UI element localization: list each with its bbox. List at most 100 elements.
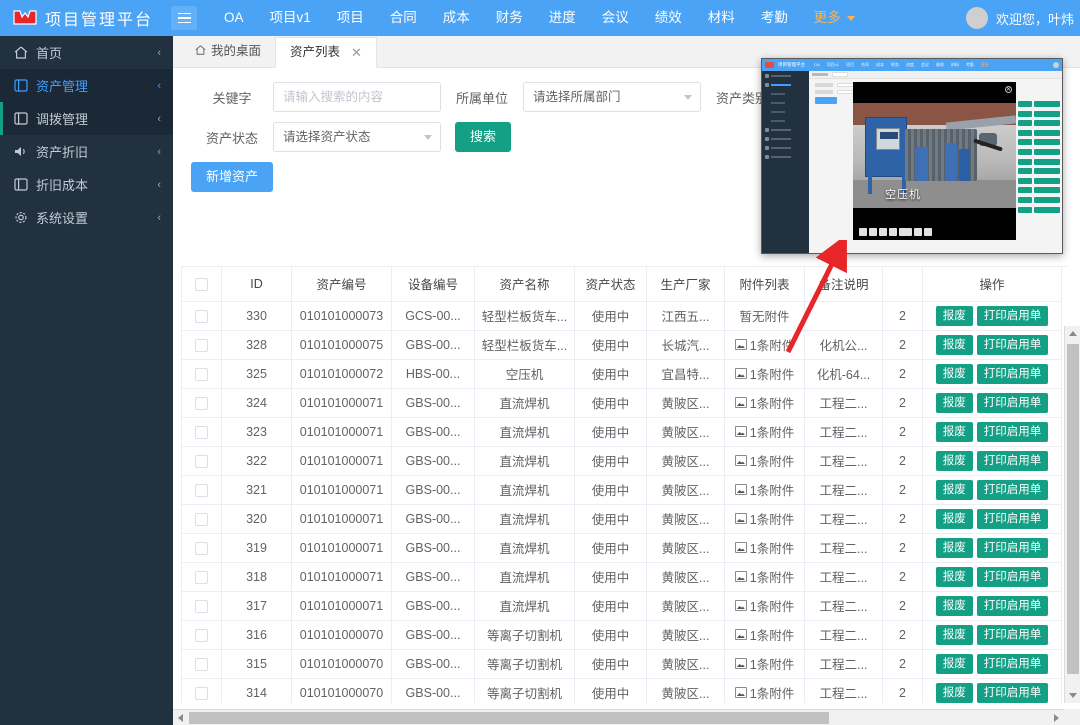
scrap-button[interactable]: 报废 bbox=[936, 538, 973, 558]
table-row[interactable]: 328010101000075GBS-00...轻型栏板货车...使用中长城汽.… bbox=[182, 330, 1062, 359]
cell-attachments[interactable]: 1条附件 bbox=[725, 562, 805, 591]
popup-row-actions[interactable] bbox=[1014, 159, 1060, 165]
popup-nav-item[interactable]: 进度 bbox=[906, 62, 914, 68]
row-checkbox-cell[interactable] bbox=[182, 388, 222, 417]
scroll-up-icon[interactable] bbox=[1069, 331, 1077, 336]
table-row[interactable]: 324010101000071GBS-00...直流焊机使用中黄陂区...1条附… bbox=[182, 388, 1062, 417]
cell-attachments[interactable]: 1条附件 bbox=[725, 446, 805, 475]
row-checkbox-cell[interactable] bbox=[182, 446, 222, 475]
popup-nav-item[interactable]: 合同 bbox=[861, 62, 869, 68]
scrap-button[interactable]: 报废 bbox=[936, 625, 973, 645]
print-activation-form-button[interactable]: 打印启用单 bbox=[977, 364, 1049, 384]
cell-attachments[interactable]: 暂无附件 bbox=[725, 301, 805, 330]
row-checkbox[interactable] bbox=[195, 426, 208, 439]
print-activation-form-button[interactable]: 打印启用单 bbox=[977, 625, 1049, 645]
popup-row-actions[interactable] bbox=[1014, 187, 1060, 193]
sidebar-item-asset-management[interactable]: 资产管理 ‹ bbox=[0, 69, 173, 102]
row-checkbox[interactable] bbox=[195, 542, 208, 555]
scrap-button[interactable]: 报废 bbox=[936, 480, 973, 500]
popup-sidebar-subitem[interactable] bbox=[765, 117, 809, 125]
scrap-button[interactable]: 报废 bbox=[936, 654, 973, 674]
popup-sidebar-subitem[interactable] bbox=[765, 108, 809, 116]
popup-nav-item[interactable]: 财务 bbox=[891, 62, 899, 68]
popup-row-actions[interactable] bbox=[1014, 111, 1060, 117]
vertical-scroll-thumb[interactable] bbox=[1067, 344, 1079, 674]
scrap-button[interactable]: 报废 bbox=[936, 335, 973, 355]
table-row[interactable]: 319010101000071GBS-00...直流焊机使用中黄陂区...1条附… bbox=[182, 533, 1062, 562]
popup-row-actions[interactable] bbox=[1014, 139, 1060, 145]
row-checkbox-cell[interactable] bbox=[182, 591, 222, 620]
fit-size-icon[interactable] bbox=[899, 228, 912, 236]
row-checkbox[interactable] bbox=[195, 658, 208, 671]
tab-my-desktop[interactable]: 我的桌面 bbox=[181, 36, 275, 67]
popup-row-actions[interactable] bbox=[1014, 207, 1060, 213]
nav-item-more[interactable]: 更多 bbox=[801, 0, 868, 36]
table-row[interactable]: 314010101000070GBS-00...等离子切割机使用中黄陂区...1… bbox=[182, 678, 1062, 703]
print-activation-form-button[interactable]: 打印启用单 bbox=[977, 509, 1049, 529]
sidebar-item-transfer-management[interactable]: 调拨管理 ‹ bbox=[0, 102, 173, 135]
nav-item-contract[interactable]: 合同 bbox=[377, 0, 430, 36]
cell-attachments[interactable]: 1条附件 bbox=[725, 620, 805, 649]
sidebar-item-system-settings[interactable]: 系统设置 ‹ bbox=[0, 201, 173, 234]
scrap-button[interactable]: 报废 bbox=[936, 451, 973, 471]
nav-item-attendance[interactable]: 考勤 bbox=[748, 0, 801, 36]
nav-item-cost[interactable]: 成本 bbox=[430, 0, 483, 36]
sidebar-item-depreciation-cost[interactable]: 折旧成本 ‹ bbox=[0, 168, 173, 201]
table-row[interactable]: 318010101000071GBS-00...直流焊机使用中黄陂区...1条附… bbox=[182, 562, 1062, 591]
row-checkbox-cell[interactable] bbox=[182, 620, 222, 649]
close-icon[interactable]: ✕ bbox=[351, 37, 362, 68]
cell-attachments[interactable]: 1条附件 bbox=[725, 330, 805, 359]
popup-sidebar-subitem[interactable] bbox=[765, 90, 809, 98]
cell-attachments[interactable]: 1条附件 bbox=[725, 533, 805, 562]
popup-row-actions[interactable] bbox=[1014, 101, 1060, 107]
cell-attachments[interactable]: 1条附件 bbox=[725, 591, 805, 620]
col-asset-status[interactable]: 资产状态 bbox=[575, 267, 647, 301]
search-input[interactable]: 请输入搜索的内容 bbox=[273, 82, 441, 112]
nav-item-project[interactable]: 项目 bbox=[324, 0, 377, 36]
scroll-right-icon[interactable] bbox=[1054, 714, 1059, 722]
add-asset-button[interactable]: 新增资产 bbox=[191, 162, 273, 192]
tab-asset-list[interactable]: 资产列表 ✕ bbox=[275, 37, 377, 68]
popup-row-actions[interactable] bbox=[1014, 168, 1060, 174]
print-activation-form-button[interactable]: 打印启用单 bbox=[977, 683, 1049, 703]
row-checkbox[interactable] bbox=[195, 455, 208, 468]
unit-select[interactable]: 请选择所属部门 bbox=[523, 82, 701, 112]
table-row[interactable]: 315010101000070GBS-00...等离子切割机使用中黄陂区...1… bbox=[182, 649, 1062, 678]
close-icon[interactable]: ✕ bbox=[1005, 86, 1012, 93]
scrap-button[interactable]: 报废 bbox=[936, 683, 973, 703]
popup-nav-item[interactable]: 考勤 bbox=[966, 62, 974, 68]
popup-nav-item[interactable]: 绩效 bbox=[936, 62, 944, 68]
cell-attachments[interactable]: 1条附件 bbox=[725, 359, 805, 388]
scrap-button[interactable]: 报废 bbox=[936, 393, 973, 413]
scroll-down-icon[interactable] bbox=[1069, 693, 1077, 698]
zoom-out-icon[interactable] bbox=[859, 228, 867, 236]
print-activation-form-button[interactable]: 打印启用单 bbox=[977, 422, 1049, 442]
table-row[interactable]: 330010101000073GCS-00...轻型栏板货车...使用中江西五.… bbox=[182, 301, 1062, 330]
cell-attachments[interactable]: 1条附件 bbox=[725, 649, 805, 678]
row-checkbox-cell[interactable] bbox=[182, 649, 222, 678]
row-checkbox[interactable] bbox=[195, 339, 208, 352]
scrap-button[interactable]: 报废 bbox=[936, 364, 973, 384]
print-activation-form-button[interactable]: 打印启用单 bbox=[977, 480, 1049, 500]
popup-row-actions[interactable] bbox=[1014, 178, 1060, 184]
col-id[interactable]: ID bbox=[222, 267, 292, 301]
row-checkbox[interactable] bbox=[195, 484, 208, 497]
hamburger-icon[interactable] bbox=[171, 6, 197, 30]
row-checkbox-cell[interactable] bbox=[182, 359, 222, 388]
cell-attachments[interactable]: 1条附件 bbox=[725, 678, 805, 703]
sidebar-item-asset-depreciation[interactable]: 资产折旧 ‹ bbox=[0, 135, 173, 168]
scroll-left-icon[interactable] bbox=[178, 714, 183, 722]
popup-nav-item[interactable]: OA bbox=[814, 62, 820, 68]
popup-row-actions[interactable] bbox=[1014, 130, 1060, 136]
nav-item-oa[interactable]: OA bbox=[211, 0, 257, 36]
print-activation-form-button[interactable]: 打印启用单 bbox=[977, 567, 1049, 587]
popup-row-actions[interactable] bbox=[1014, 120, 1060, 126]
print-activation-form-button[interactable]: 打印启用单 bbox=[977, 451, 1049, 471]
table-row[interactable]: 320010101000071GBS-00...直流焊机使用中黄陂区...1条附… bbox=[182, 504, 1062, 533]
row-checkbox-cell[interactable] bbox=[182, 678, 222, 703]
row-checkbox[interactable] bbox=[195, 513, 208, 526]
popup-tab[interactable] bbox=[812, 73, 828, 76]
row-checkbox[interactable] bbox=[195, 629, 208, 642]
scrap-button[interactable]: 报废 bbox=[936, 509, 973, 529]
horizontal-scroll-thumb[interactable] bbox=[189, 712, 829, 724]
